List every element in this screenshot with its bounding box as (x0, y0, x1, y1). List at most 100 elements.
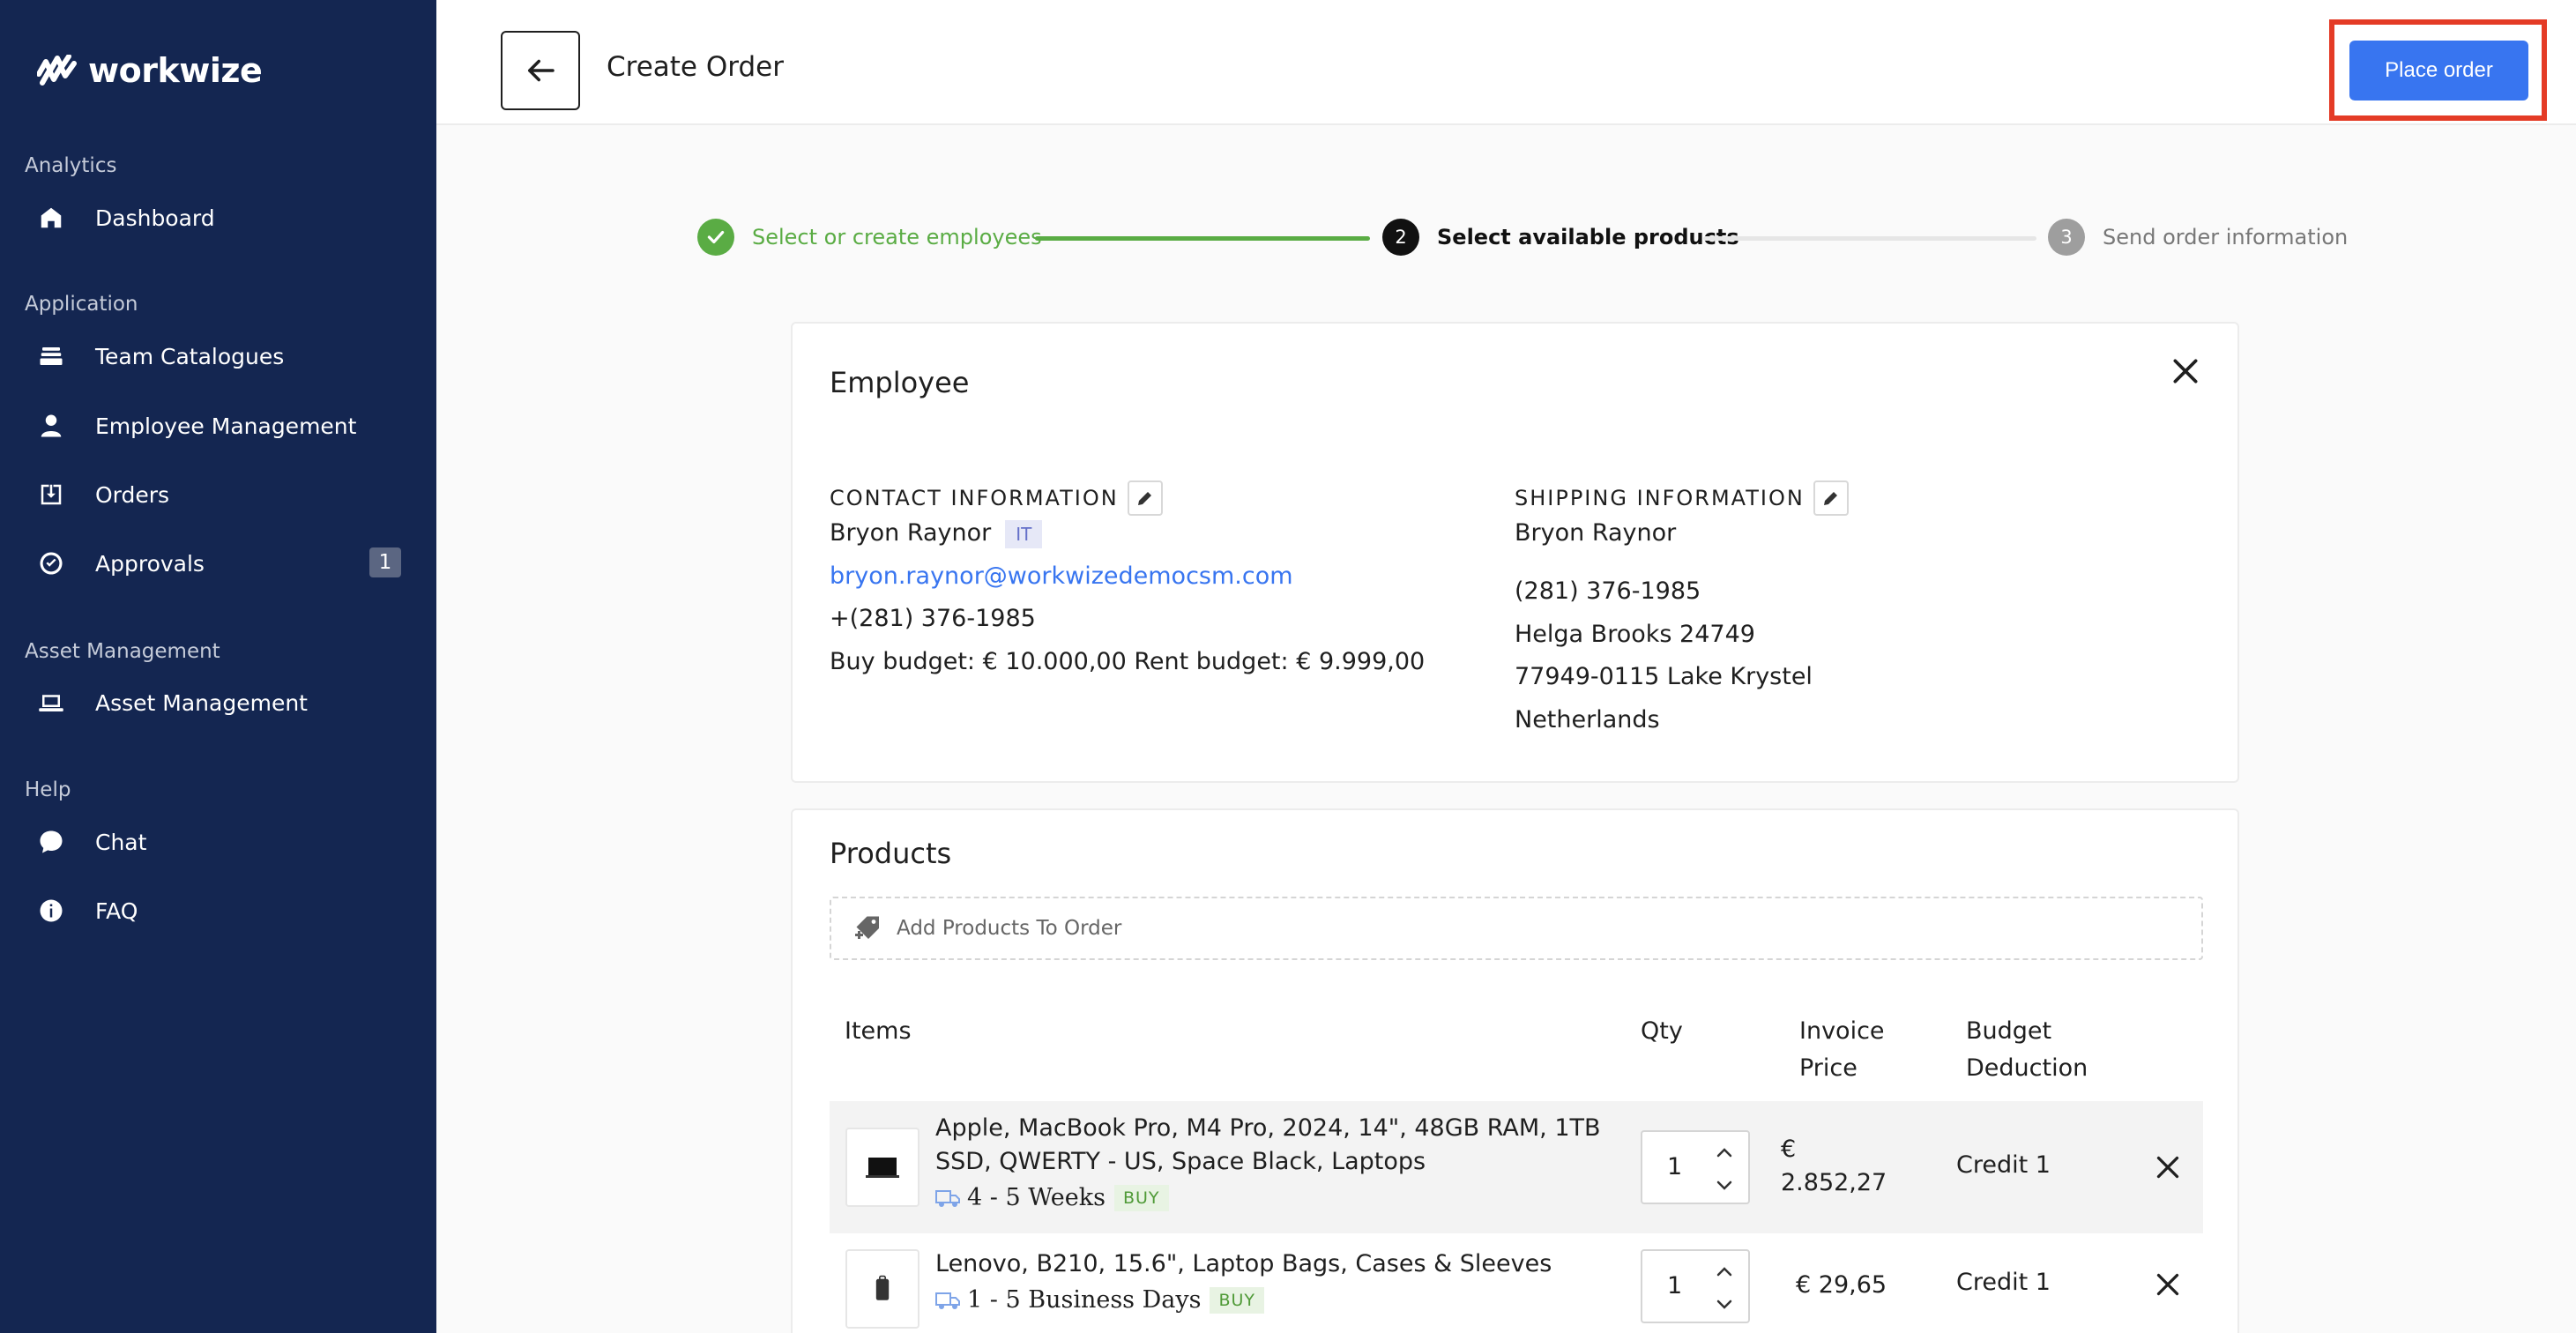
pencil-icon (1823, 492, 1837, 505)
price-amount: 2.852,27 (1781, 1169, 1887, 1196)
close-icon[interactable] (2168, 354, 2203, 389)
products-card: Products Add Products To Order Items Qty… (791, 808, 2239, 1333)
page-title: Create Order (607, 51, 784, 83)
sidebar-item-label: Asset Management (95, 689, 308, 716)
quantity-stepper[interactable]: 1 (1641, 1249, 1750, 1323)
laptop-icon (35, 687, 67, 719)
step-label: Select available products (1437, 225, 1739, 249)
check-icon (697, 219, 734, 256)
product-name[interactable]: Lenovo, B210, 15.6", Laptop Bags, Cases … (935, 1247, 1632, 1281)
product-image (845, 1128, 919, 1207)
shipping-street: Helga Brooks 24749 (1515, 621, 1755, 648)
step-number: 2 (1382, 219, 1419, 256)
arrow-left-icon (528, 59, 555, 82)
chevron-down-icon[interactable] (1708, 1171, 1741, 1199)
contact-phone: +(281) 376-1985 (830, 605, 1036, 632)
brand-name: workwize (88, 51, 263, 90)
header-line: Price (1799, 1054, 1858, 1082)
chevron-up-icon[interactable] (1708, 1258, 1741, 1286)
place-order-button[interactable]: Place order (2349, 41, 2528, 101)
chevron-up-icon[interactable] (1708, 1139, 1741, 1167)
product-name[interactable]: Apple, MacBook Pro, M4 Pro, 2024, 14", 4… (935, 1112, 1632, 1179)
sidebar-item-label: Team Catalogues (95, 343, 285, 369)
department-badge: IT (1005, 519, 1043, 548)
sidebar-item-approvals[interactable]: Approvals 1 (35, 537, 401, 590)
price-currency: € (1781, 1136, 1797, 1163)
add-tag-icon (855, 916, 879, 939)
section-application: Application (25, 293, 138, 316)
workwize-logo-icon (37, 55, 77, 86)
sidebar-item-team-catalogues[interactable]: Team Catalogues (35, 330, 401, 383)
buy-tag: BUY (1113, 1184, 1169, 1211)
header-line: Deduction (1966, 1054, 2088, 1082)
shipping-phone: (281) 376-1985 (1515, 577, 1701, 605)
step-number: 3 (2048, 219, 2085, 256)
header-line: Invoice (1799, 1017, 1885, 1045)
sidebar-item-dashboard[interactable]: Dashboard (35, 191, 401, 244)
step-select-employees[interactable]: Select or create employees (697, 219, 1042, 256)
person-icon (35, 410, 67, 442)
add-products-input[interactable]: Add Products To Order (830, 897, 2203, 960)
invoice-price: € 29,65 (1796, 1271, 1887, 1299)
add-products-placeholder: Add Products To Order (897, 917, 1122, 940)
contact-name: Bryon Raynor (830, 519, 992, 547)
table-row: Lenovo, B210, 15.6", Laptop Bags, Cases … (830, 1233, 2203, 1333)
step-label: Select or create employees (752, 225, 1042, 249)
shipping-information-header: SHIPPING INFORMATION (1515, 480, 1849, 516)
sidebar-item-label: Orders (95, 481, 170, 508)
sidebar-item-asset-management[interactable]: Asset Management (35, 676, 401, 729)
contact-name-row: Bryon Raynor IT (830, 519, 1043, 548)
chevron-down-icon[interactable] (1708, 1290, 1741, 1318)
column-header-items: Items (845, 1017, 912, 1045)
products-card-title: Products (830, 837, 952, 870)
header-line: Budget (1966, 1017, 2052, 1045)
step-send-order-info[interactable]: 3 Send order information (2048, 219, 2348, 256)
remove-product-icon[interactable] (2152, 1269, 2184, 1300)
shipping-name: Bryon Raynor (1515, 519, 1677, 547)
quantity-stepper[interactable]: 1 (1641, 1130, 1750, 1204)
approvals-count-badge: 1 (369, 547, 401, 577)
sidebar-item-label: Employee Management (95, 413, 357, 439)
top-header: Create Order (436, 0, 2576, 125)
home-icon (35, 202, 67, 234)
contact-information-label: CONTACT INFORMATION (830, 486, 1119, 510)
edit-shipping-button[interactable] (1813, 480, 1849, 516)
download-box-icon (35, 479, 67, 510)
section-analytics: Analytics (25, 154, 117, 177)
contact-information-header: CONTACT INFORMATION (830, 480, 1163, 516)
layers-icon (35, 340, 67, 372)
section-help: Help (25, 778, 71, 801)
chat-bubble-icon (35, 826, 67, 858)
step-connector-done (1035, 236, 1370, 241)
invoice-price: € 2.852,27 (1781, 1133, 1887, 1200)
back-button[interactable] (501, 31, 580, 110)
shipping-city: 77949-0115 Lake Krystel (1515, 663, 1813, 690)
sidebar-item-label: FAQ (95, 897, 138, 924)
product-image (845, 1249, 919, 1329)
shipping-information-label: SHIPPING INFORMATION (1515, 486, 1805, 510)
delivery-info: 1 - 5 Business Days BUY (935, 1286, 1265, 1314)
sidebar-item-orders[interactable]: Orders (35, 468, 401, 521)
sidebar-item-faq[interactable]: FAQ (35, 884, 401, 937)
employee-card-title: Employee (830, 366, 970, 399)
sidebar: workwize Analytics Dashboard Application… (0, 0, 436, 1333)
contact-email-link[interactable]: bryon.raynor@workwizedemocsm.com (830, 562, 1293, 590)
budget-deduction: Credit 1 (1956, 1151, 2051, 1179)
truck-icon (935, 1189, 960, 1207)
contact-budget: Buy budget: € 10.000,00 Rent budget: € 9… (830, 648, 1426, 675)
edit-contact-button[interactable] (1127, 480, 1163, 516)
sidebar-item-chat[interactable]: Chat (35, 815, 401, 868)
workwize-logo[interactable]: workwize (37, 51, 263, 90)
sidebar-item-employee-management[interactable]: Employee Management (35, 399, 401, 452)
step-select-products[interactable]: 2 Select available products (1382, 219, 1739, 256)
sidebar-item-label: Chat (95, 829, 147, 855)
buy-tag: BUY (1210, 1286, 1265, 1314)
remove-product-icon[interactable] (2152, 1151, 2184, 1183)
quantity-value: 1 (1667, 1272, 1683, 1299)
delivery-time: 4 - 5 Weeks (967, 1184, 1106, 1211)
truck-icon (935, 1292, 960, 1309)
step-connector-pending (1703, 236, 2036, 241)
info-icon (35, 895, 67, 927)
column-header-qty: Qty (1641, 1017, 1683, 1045)
sidebar-item-label: Dashboard (95, 205, 215, 231)
